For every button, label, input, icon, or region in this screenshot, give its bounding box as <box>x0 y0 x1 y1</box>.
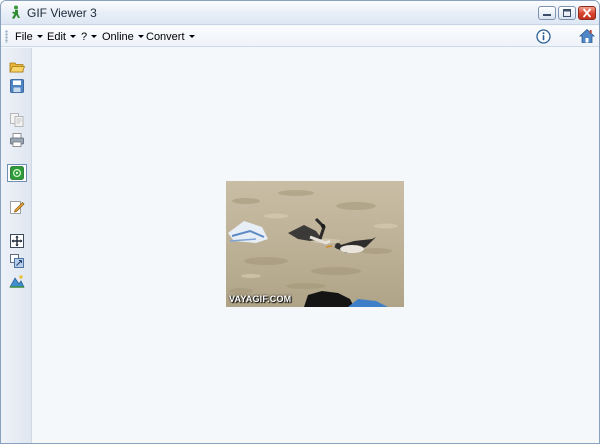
image-button[interactable] <box>9 273 25 289</box>
maximize-button[interactable] <box>558 6 576 20</box>
app-window: GIF Viewer 3 File Edit ? Online Convert <box>0 0 600 444</box>
image-icon <box>9 275 25 288</box>
move-button[interactable] <box>9 233 25 249</box>
menu-bar: File Edit ? Online Convert <box>1 26 599 47</box>
edit-icon <box>10 201 25 214</box>
print-button[interactable] <box>9 132 25 148</box>
resize-button[interactable] <box>9 253 25 269</box>
menu-file[interactable]: File <box>15 31 43 43</box>
maximize-icon <box>563 9 571 17</box>
gif-frame-picture <box>226 181 404 307</box>
window-title: GIF Viewer 3 <box>27 6 97 20</box>
menu-edit[interactable]: Edit <box>47 31 76 43</box>
menu-help[interactable]: ? <box>81 31 98 43</box>
menu-convert[interactable]: Convert <box>146 31 195 43</box>
save-button[interactable] <box>9 78 25 94</box>
play-button[interactable] <box>7 164 27 182</box>
side-toolbar <box>1 48 32 443</box>
menu-online[interactable]: Online <box>102 31 144 43</box>
minimize-icon <box>543 14 551 16</box>
print-icon <box>10 133 24 147</box>
open-button[interactable] <box>9 59 25 75</box>
edit-button[interactable] <box>9 199 25 215</box>
resize-icon <box>10 254 24 268</box>
copy-icon <box>10 113 24 127</box>
gif-image: VAYAGIF.COM <box>226 181 404 307</box>
toolbar-grip[interactable] <box>5 30 8 43</box>
home-icon[interactable] <box>579 28 595 44</box>
move-icon <box>10 234 24 248</box>
app-icon <box>12 5 20 19</box>
watermark-text: VAYAGIF.COM <box>229 294 292 304</box>
close-icon <box>583 8 591 18</box>
copy-button[interactable] <box>9 112 25 128</box>
info-icon[interactable] <box>536 29 551 44</box>
close-button[interactable] <box>578 6 596 20</box>
play-icon <box>10 166 24 180</box>
title-bar[interactable]: GIF Viewer 3 <box>1 1 599 25</box>
minimize-button[interactable] <box>538 6 556 20</box>
save-icon <box>10 79 24 93</box>
open-folder-icon <box>9 62 25 73</box>
